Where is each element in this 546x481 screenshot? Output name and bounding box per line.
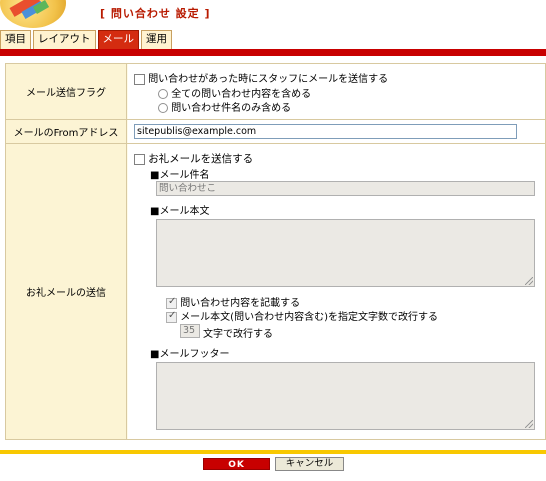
- body-heading: ■メール本文: [150, 206, 210, 217]
- thank-you-label: お礼メールの送信: [6, 144, 127, 439]
- tab-underline-bar: [0, 49, 546, 56]
- staff-mail-checkbox-label: 問い合わせがあった時にスタッフにメールを送信する: [148, 74, 389, 85]
- settings-form: メール送信フラグ 問い合わせがあった時にスタッフにメールを送信する 全ての問い合…: [5, 63, 546, 440]
- wrap-count-suffix: 文字で改行する: [203, 329, 273, 340]
- from-address-input[interactable]: sitepublis@example.com: [134, 124, 517, 139]
- row-thank-you: お礼メールの送信 お礼メールを送信する ■メール件名 問い合わせこ ■メール本文…: [6, 144, 545, 439]
- radio-all-content[interactable]: [158, 89, 168, 99]
- from-address-body: sitepublis@example.com: [128, 120, 545, 143]
- cancel-button[interactable]: キャンセル: [275, 457, 344, 471]
- include-content-checkbox[interactable]: [166, 296, 177, 309]
- thank-you-body: お礼メールを送信する ■メール件名 問い合わせこ ■メール本文 問い合わせ内容を…: [128, 144, 545, 439]
- tab-mail[interactable]: メール: [97, 30, 139, 49]
- row-from-address: メールのFromアドレス sitepublis@example.com: [6, 120, 545, 144]
- from-address-label: メールのFromアドレス: [6, 120, 127, 143]
- tab-operation[interactable]: 運用: [141, 30, 172, 49]
- mail-flag-label: メール送信フラグ: [6, 64, 127, 119]
- footer-bar: [0, 450, 546, 454]
- radio-subject-only-label: 問い合わせ件名のみ含める: [171, 103, 292, 114]
- radio-subject-only[interactable]: [158, 103, 168, 113]
- header: [ 問い合わせ 設定 ]: [0, 0, 546, 30]
- tab-bar: 項目 レイアウト メール 運用: [0, 30, 174, 49]
- footer-textarea[interactable]: [156, 362, 535, 430]
- mail-flag-body: 問い合わせがあった時にスタッフにメールを送信する 全ての問い合わせ内容を含める …: [128, 64, 545, 119]
- tab-items[interactable]: 項目: [0, 30, 31, 49]
- row-mail-flag: メール送信フラグ 問い合わせがあった時にスタッフにメールを送信する 全ての問い合…: [6, 64, 545, 120]
- resize-handle-icon[interactable]: [525, 420, 533, 428]
- tab-layout[interactable]: レイアウト: [33, 30, 96, 49]
- subject-heading: ■メール件名: [150, 170, 210, 181]
- ok-button[interactable]: OK: [203, 458, 270, 470]
- wrap-lines-checkbox[interactable]: [166, 310, 177, 323]
- body-textarea[interactable]: [156, 219, 535, 287]
- staff-mail-checkbox[interactable]: [134, 73, 145, 85]
- resize-handle-icon[interactable]: [525, 277, 533, 285]
- footer-heading: ■メールフッター: [150, 349, 230, 360]
- app-logo: [0, 0, 66, 28]
- wrap-count-input[interactable]: 35: [180, 324, 200, 338]
- subject-input[interactable]: 問い合わせこ: [156, 181, 535, 196]
- page-title: [ 問い合わせ 設定 ]: [100, 7, 211, 20]
- thank-you-checkbox-label: お礼メールを送信する: [148, 153, 254, 165]
- wrap-lines-label: メール本文(問い合わせ内容含む)を指定文字数で改行する: [180, 312, 438, 323]
- thank-you-checkbox[interactable]: [134, 153, 145, 165]
